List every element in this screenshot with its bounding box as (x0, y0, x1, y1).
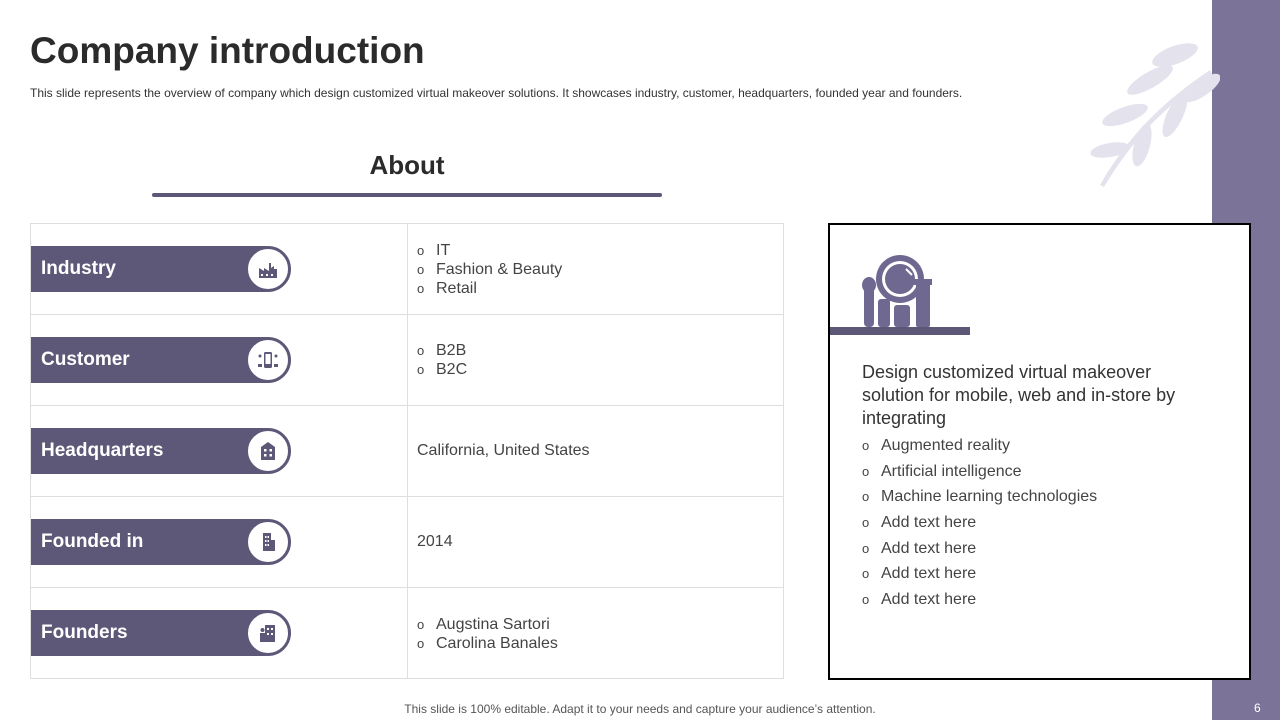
list-item: o Augstina Sartori (417, 615, 550, 633)
list-item: o Add text here (862, 591, 977, 609)
factory-icon (245, 246, 291, 292)
list-item: o Augmented reality (862, 437, 1010, 454)
list-item: o Add text here (862, 565, 977, 583)
industry-values: o IT o Fashion & Beauty o Retail (417, 224, 562, 314)
building-icon (245, 428, 291, 474)
about-table: Industry o IT o Fashion & Beauty o Retail C… (30, 223, 784, 679)
customer-phone-icon (245, 337, 291, 383)
office-tower-icon (245, 519, 291, 565)
list-item: o Add text here (862, 514, 977, 532)
table-row-customer: Customer o B2B o B2C (31, 315, 783, 406)
leaf-decoration-icon (1090, 43, 1220, 187)
page-number: 6 (1254, 701, 1261, 715)
list-item: o Artificial intelligence (862, 462, 1022, 480)
card-shelf (830, 327, 970, 335)
list-item: o Retail (417, 279, 477, 297)
table-row-founders: Founders o Augstina Sartori o Carolina Ban… (31, 588, 783, 679)
table-row-founded: Founded in 2014 (31, 497, 783, 588)
page-title: Company introduction (30, 30, 425, 71)
list-item: o Machine learning technologies (862, 488, 1098, 506)
list-item: o B2B (417, 342, 467, 359)
founders-values: o Augstina Sartori o Carolina Banales (417, 588, 558, 679)
list-item: o Add text here (862, 539, 977, 557)
solution-card: Design customized virtual makeover solut… (828, 223, 1251, 680)
list-item: o Fashion & Beauty (417, 260, 563, 278)
card-list: o Augmented reality o Artificial intellige… (862, 433, 1097, 613)
card-description: Design customized virtual makeover solut… (862, 362, 1176, 428)
about-heading: About (369, 150, 445, 180)
founded-value: 2014 (417, 533, 453, 550)
about-underline (152, 193, 662, 197)
table-row-headquarters: Headquarters California, United States (31, 406, 783, 497)
footer-note: This slide is 100% editable. Adapt it to… (404, 702, 876, 716)
list-item: o Carolina Banales (417, 634, 558, 652)
founders-building-icon (245, 610, 291, 656)
customer-values: o B2B o B2C (417, 315, 467, 405)
headquarters-value: California, United States (417, 442, 590, 459)
page-subtitle: This slide represents the overview of co… (30, 86, 963, 100)
list-item: o B2C (417, 361, 468, 378)
makeup-mirror-icon (862, 255, 932, 327)
table-row-industry: Industry o IT o Fashion & Beauty o Retail (31, 224, 783, 315)
list-item: o IT (417, 241, 451, 259)
